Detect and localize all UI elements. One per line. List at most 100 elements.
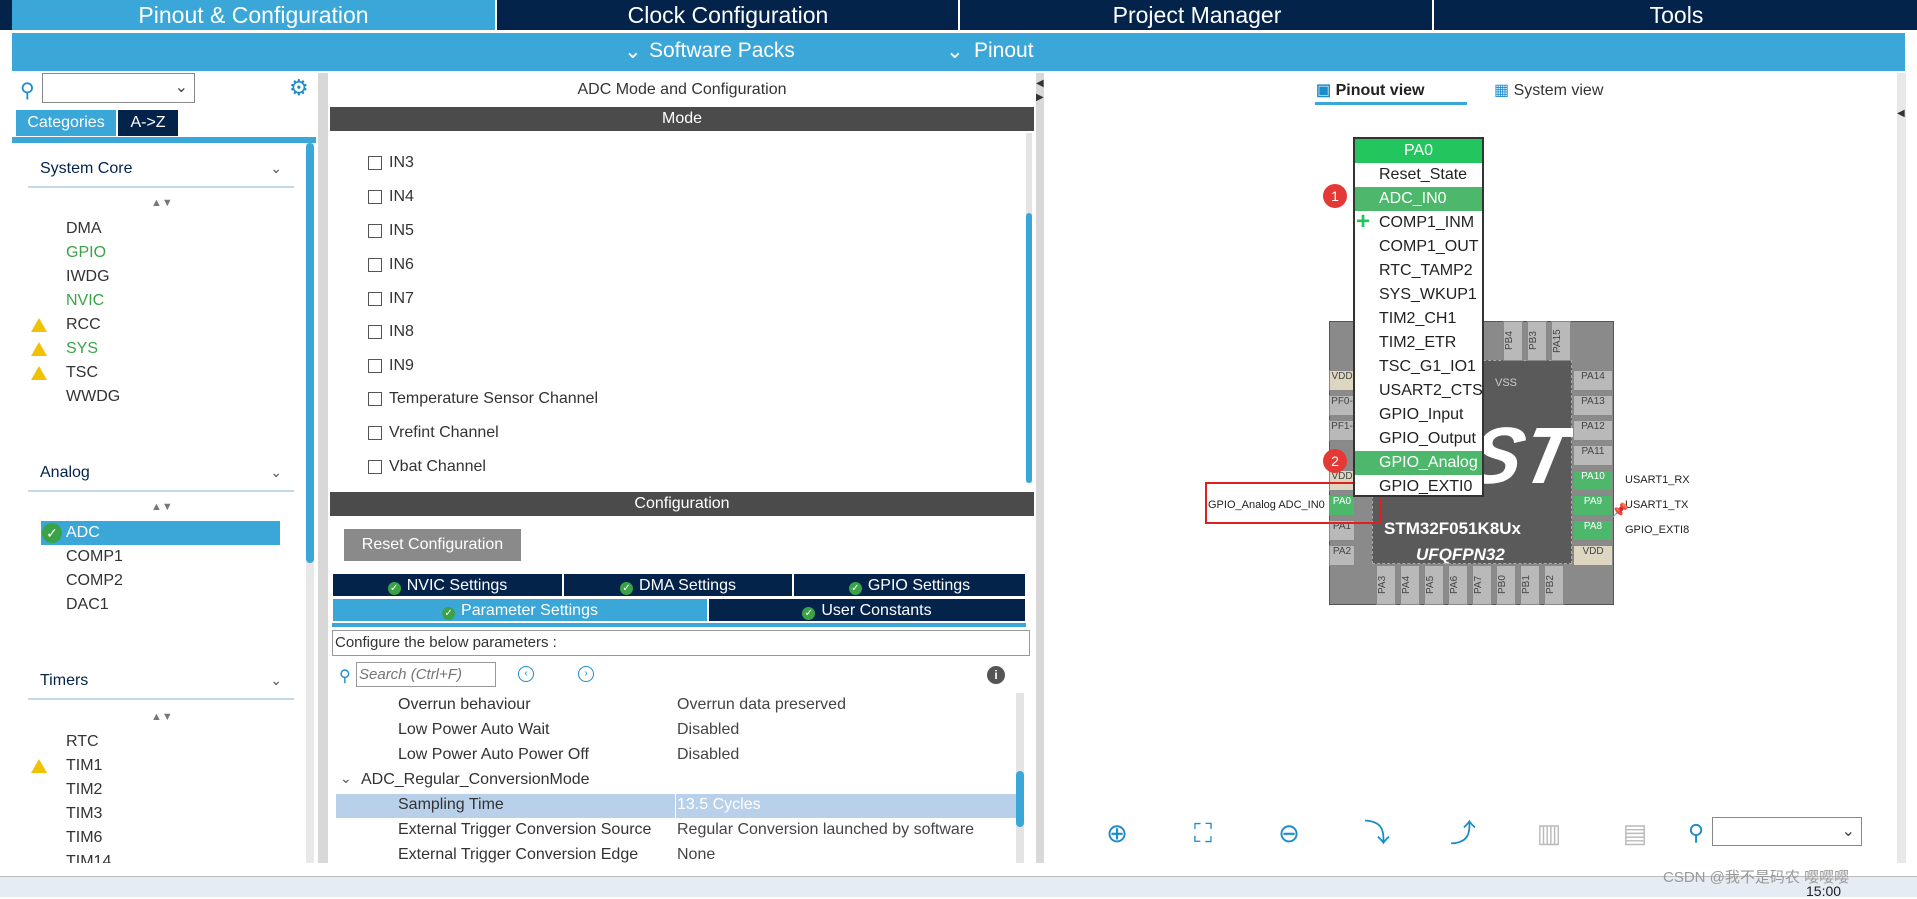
- channel-checkbox[interactable]: [368, 224, 382, 238]
- tab-tools[interactable]: Tools: [1436, 0, 1917, 30]
- next-icon[interactable]: ›: [578, 666, 594, 682]
- reset-configuration-button[interactable]: Reset Configuration: [344, 529, 521, 561]
- list-item[interactable]: WWDG: [66, 388, 120, 406]
- table-row[interactable]: Low Power Auto Power Off Disabled: [336, 744, 1016, 768]
- system-view-tab[interactable]: ▦ System view: [1494, 80, 1603, 100]
- splitter[interactable]: [1036, 73, 1044, 863]
- pin[interactable]: PA3: [1376, 565, 1396, 605]
- menu-item[interactable]: SYS_WKUP1: [1355, 283, 1482, 307]
- list-item[interactable]: TIM1: [66, 757, 102, 775]
- pin[interactable]: PA12: [1573, 420, 1613, 441]
- table-row[interactable]: External Trigger Conversion Source Regula…: [336, 819, 1016, 843]
- channel-checkbox[interactable]: [368, 359, 382, 373]
- pin[interactable]: PB2: [1544, 565, 1564, 605]
- list-item[interactable]: TSC: [66, 364, 98, 382]
- table-row-selected[interactable]: Sampling Time 13.5 Cycles: [336, 794, 1016, 818]
- channel-checkbox[interactable]: [368, 460, 382, 474]
- tab-nvic-settings[interactable]: ✓ NVIC Settings: [332, 573, 563, 597]
- pin[interactable]: PA6: [1448, 565, 1468, 605]
- channel-checkbox[interactable]: [368, 325, 382, 339]
- pin[interactable]: PB3: [1527, 321, 1547, 361]
- pin[interactable]: PF0-: [1329, 395, 1355, 416]
- pin[interactable]: PB0: [1496, 565, 1516, 605]
- category-search-input[interactable]: ⌄: [42, 73, 195, 103]
- gear-icon[interactable]: ⚙: [289, 75, 309, 101]
- channel-checkbox[interactable]: [368, 292, 382, 306]
- table-row-group[interactable]: ⌄ ADC_Regular_ConversionMode: [336, 769, 1016, 793]
- list-item[interactable]: TIM2: [66, 781, 102, 799]
- sort-icon[interactable]: ▲▼: [151, 711, 173, 723]
- pin[interactable]: PA14: [1573, 370, 1613, 391]
- pinout-menu[interactable]: Pinout: [974, 39, 1034, 63]
- rotate-right-icon[interactable]: ⤵: [1362, 818, 1392, 848]
- tab-clock-configuration[interactable]: Clock Configuration: [498, 0, 960, 30]
- pin[interactable]: PA4: [1400, 565, 1420, 605]
- pin[interactable]: VDD: [1573, 545, 1613, 566]
- menu-item[interactable]: RTC_TAMP2: [1355, 259, 1482, 283]
- tab-project-manager[interactable]: Project Manager: [962, 0, 1434, 30]
- pin[interactable]: PA15: [1551, 321, 1571, 361]
- menu-item[interactable]: COMP1_OUT: [1355, 235, 1482, 259]
- info-icon[interactable]: i: [987, 666, 1005, 684]
- menu-item[interactable]: GPIO_Input: [1355, 403, 1482, 427]
- menu-item-selected[interactable]: ADC_IN0: [1355, 187, 1482, 211]
- collapse-left-icon[interactable]: ◀: [1036, 78, 1044, 89]
- table-row[interactable]: External Trigger Conversion Edge None: [336, 844, 1016, 863]
- channel-checkbox[interactable]: [368, 426, 382, 440]
- pin[interactable]: PA10: [1573, 470, 1613, 491]
- collapse-right-icon[interactable]: ◀: [1897, 108, 1905, 119]
- list-item[interactable]: DMA: [66, 220, 102, 238]
- channel-checkbox[interactable]: [368, 392, 382, 406]
- menu-item[interactable]: Reset_State: [1355, 163, 1482, 187]
- pin[interactable]: PB4: [1503, 321, 1523, 361]
- search-icon[interactable]: ⚲: [1681, 818, 1711, 848]
- menu-item[interactable]: TIM2_CH1: [1355, 307, 1482, 331]
- categories-tab[interactable]: Categories: [16, 110, 116, 136]
- parameter-search-input[interactable]: [356, 662, 496, 687]
- menu-item[interactable]: TSC_G1_IO1: [1355, 355, 1482, 379]
- list-item[interactable]: SYS: [66, 340, 98, 358]
- list-item[interactable]: RCC: [66, 316, 101, 334]
- list-item[interactable]: ADC: [66, 524, 100, 542]
- left-scrollbar-track[interactable]: [306, 143, 314, 863]
- mode-scrollbar-thumb[interactable]: [1026, 213, 1032, 483]
- pin-search-combo[interactable]: ⌄: [1712, 817, 1862, 846]
- pin[interactable]: PA7: [1472, 565, 1492, 605]
- list-item[interactable]: TIM14: [66, 853, 111, 863]
- a-z-tab[interactable]: A->Z: [118, 110, 178, 136]
- table-row[interactable]: Low Power Auto Wait Disabled: [336, 719, 1016, 743]
- list-item[interactable]: TIM3: [66, 805, 102, 823]
- list-item[interactable]: COMP2: [66, 572, 123, 590]
- pin[interactable]: PA5: [1424, 565, 1444, 605]
- zoom-in-icon[interactable]: ⊕: [1102, 818, 1132, 848]
- list-item[interactable]: TIM6: [66, 829, 102, 847]
- flip-vertical-icon[interactable]: ▥: [1534, 818, 1564, 848]
- collapse-right-icon[interactable]: ▶: [1036, 92, 1044, 103]
- params-scrollbar-track[interactable]: [1016, 693, 1024, 863]
- menu-item[interactable]: USART2_CTS: [1355, 379, 1482, 403]
- section-system-core[interactable]: System Core ⌄: [28, 158, 294, 188]
- list-item[interactable]: RTC: [66, 733, 99, 751]
- pin[interactable]: PA9: [1573, 495, 1613, 516]
- channel-checkbox[interactable]: [368, 190, 382, 204]
- menu-item[interactable]: GPIO_EXTI0: [1355, 475, 1482, 495]
- zoom-out-icon[interactable]: ⊖: [1274, 818, 1304, 848]
- tab-pinout-configuration[interactable]: Pinout & Configuration: [12, 0, 497, 30]
- section-timers[interactable]: Timers ⌄: [28, 670, 294, 700]
- table-row[interactable]: Overrun behaviour Overrun data preserved: [336, 694, 1016, 718]
- pin-function-menu[interactable]: PA0 Reset_State ADC_IN0 COMP1_INM COMP1_…: [1353, 137, 1484, 497]
- pin[interactable]: PA2: [1329, 545, 1355, 566]
- list-item[interactable]: COMP1: [66, 548, 123, 566]
- pin[interactable]: PA8: [1573, 520, 1613, 541]
- section-analog[interactable]: Analog ⌄: [28, 462, 294, 492]
- left-scrollbar-thumb[interactable]: [306, 143, 314, 563]
- fit-screen-icon[interactable]: ⛶: [1188, 818, 1218, 848]
- menu-item[interactable]: GPIO_Output: [1355, 427, 1482, 451]
- menu-item[interactable]: COMP1_INM: [1355, 211, 1482, 235]
- list-item[interactable]: GPIO: [66, 244, 106, 262]
- pin[interactable]: PA13: [1573, 395, 1613, 416]
- software-packs-menu[interactable]: Software Packs: [649, 39, 795, 63]
- pin[interactable]: PF1-: [1329, 420, 1355, 441]
- tab-user-constants[interactable]: ✓ User Constants: [708, 598, 1026, 622]
- pin[interactable]: VDD: [1329, 370, 1355, 391]
